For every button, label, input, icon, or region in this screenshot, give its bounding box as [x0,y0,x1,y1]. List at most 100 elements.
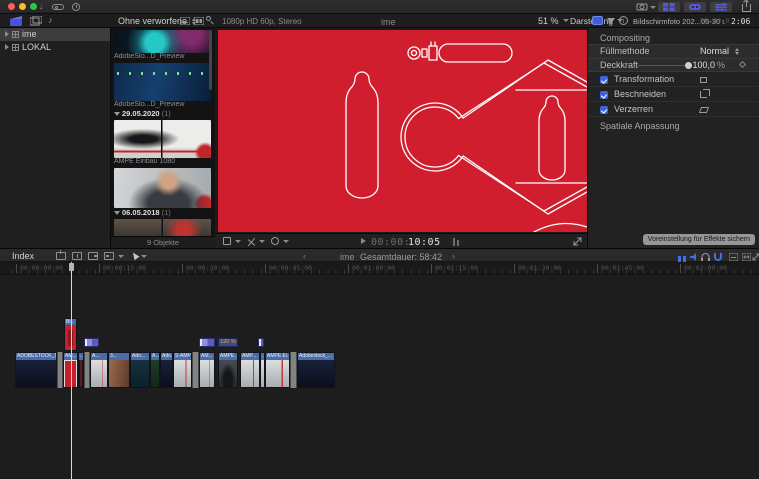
toggle-browser-button[interactable] [658,2,680,12]
chevron-down-icon[interactable] [259,240,265,243]
gap-clip[interactable] [290,352,297,388]
connect-edit-icon[interactable] [56,252,66,260]
chevron-down-icon[interactable] [118,255,124,258]
crop-transform-menu-icon[interactable] [223,237,231,245]
timeline-clip[interactable]: A... [90,352,108,388]
crop-tool-icon[interactable] [700,91,707,98]
zoom-window-button[interactable] [30,3,37,10]
browser-clip-thumbnail[interactable] [114,120,211,158]
opacity-slider-knob[interactable] [685,62,692,69]
chevron-down-icon[interactable] [283,240,289,243]
play-button[interactable] [361,238,366,244]
chevron-down-icon[interactable] [235,240,241,243]
timeline-clip[interactable]: AMP... [240,352,260,388]
browser-date-group[interactable]: 29.05.2020 (1) [111,109,215,118]
distort-row[interactable]: Verzerren [588,102,759,117]
viewer-canvas[interactable] [218,30,587,232]
search-icon[interactable] [206,16,211,21]
opacity-value[interactable]: 100,0 [692,59,715,72]
opacity-row[interactable]: Deckkraft 100,0 % [588,58,759,71]
transformation-checkbox[interactable] [600,76,608,84]
connected-title-clip[interactable] [258,338,264,347]
keyword-editor-icon[interactable] [52,4,64,10]
chevron-down-icon[interactable] [141,255,147,258]
retime-menu-icon[interactable] [271,237,279,245]
disclosure-icon[interactable] [114,112,120,116]
connected-title-clip[interactable] [84,338,99,347]
blend-mode-value[interactable]: Normal [700,45,729,58]
close-window-button[interactable] [8,3,15,10]
toggle-inspector-button[interactable] [710,2,732,12]
blend-mode-row[interactable]: Füllmethode Normal [588,45,759,58]
browser-scrollbar[interactable] [209,30,212,90]
inspector-tab-effects[interactable] [607,18,615,24]
crop-checkbox[interactable] [600,91,608,99]
append-edit-icon[interactable] [88,252,98,260]
timeline-clip[interactable]: AMPE Ei... [265,352,290,388]
background-tasks-icon[interactable] [72,3,80,11]
audio-meter-icon[interactable] [453,238,455,246]
timeline-project-name[interactable]: ime [340,252,355,262]
clip-appearance-icon[interactable] [180,17,190,27]
audio-meter-icon[interactable] [457,240,459,246]
save-effects-preset-button[interactable]: Voreinstellung für Effekte sichern [643,234,755,245]
disclosure-icon[interactable] [5,44,9,50]
browser-clip-thumbnail[interactable] [114,30,211,53]
timeline-ruler[interactable]: 00:00:00:0000:00:15:0000:00:30:0000:00:4… [0,262,759,275]
timeline-clip[interactable]: ADOBESTOCK_137... [15,352,57,388]
show-photos-audio-icon[interactable] [30,16,42,28]
inspector-tab-video[interactable] [592,16,603,25]
crop-row[interactable]: Beschneiden [588,87,759,102]
opacity-label: Deckkraft [600,60,638,70]
browser-clip-thumbnail[interactable] [114,219,211,236]
timeline-clip[interactable]: Adobestock_... [297,352,335,388]
timeline-clip[interactable]: 3... [108,352,130,388]
clip-filmstrip [131,360,149,388]
import-media-icon[interactable]: ↓ [39,2,43,12]
browser-clip-thumbnail[interactable] [114,168,211,208]
timeline-clip[interactable]: Ado... [160,352,173,388]
show-titles-generators-icon[interactable]: ♪ [48,15,53,25]
retime-indicator[interactable]: 120 % [218,338,238,347]
sidebar-item-ime[interactable]: ime [0,28,110,41]
opacity-slider[interactable] [638,65,690,66]
distort-checkbox[interactable] [600,106,608,114]
browser-clip-thumbnail[interactable] [114,63,211,101]
select-tool-icon[interactable] [131,251,140,260]
browser-date-group[interactable]: 06.05.2018 (1) [111,208,215,217]
ruler-label: 00:00:45:00 [269,264,312,272]
keyframe-diamond-icon[interactable] [739,61,746,68]
media-import-button[interactable] [636,2,648,13]
minimize-window-button[interactable] [19,3,26,10]
inspector-tab-info[interactable]: i [619,16,628,25]
enhancements-menu-icon[interactable] [247,237,256,246]
transform-tool-icon[interactable] [700,77,707,83]
toggle-timeline-button[interactable] [684,2,706,12]
timeline-back-chevron[interactable]: ‹ [303,251,306,261]
connected-title-clip[interactable] [199,338,215,347]
index-button[interactable]: Index [12,251,34,261]
timeline-clip[interactable]: Ado... [130,352,150,388]
chevron-down-icon[interactable] [650,6,656,9]
expand-viewer-icon[interactable] [573,237,582,248]
distort-tool-icon[interactable] [699,107,709,113]
timeline-clip[interactable]: AM... [199,352,215,388]
gap-clip[interactable] [192,352,199,388]
insert-edit-icon[interactable] [72,252,82,260]
timeline-clip[interactable]: A... [150,352,160,388]
library-icon [12,31,19,38]
transformation-row[interactable]: Transformation [588,72,759,87]
disclosure-icon[interactable] [5,31,9,37]
playhead[interactable] [71,262,72,479]
share-icon[interactable] [742,4,751,12]
timeline-clip[interactable]: S-AMPE... [173,352,192,388]
sidebar-item-lokal[interactable]: LOKAL [0,41,110,54]
filmstrip-view-icon[interactable] [194,17,204,27]
playhead-handle[interactable] [69,263,74,271]
viewer-zoom-popup[interactable]: 51 % [538,16,569,26]
show-libraries-icon[interactable] [10,16,22,28]
overwrite-edit-icon[interactable] [104,252,114,260]
disclosure-icon[interactable] [114,211,120,215]
timeline-clip[interactable]: AMPE... [218,352,238,388]
timeline-forward-chevron[interactable]: › [452,251,455,261]
